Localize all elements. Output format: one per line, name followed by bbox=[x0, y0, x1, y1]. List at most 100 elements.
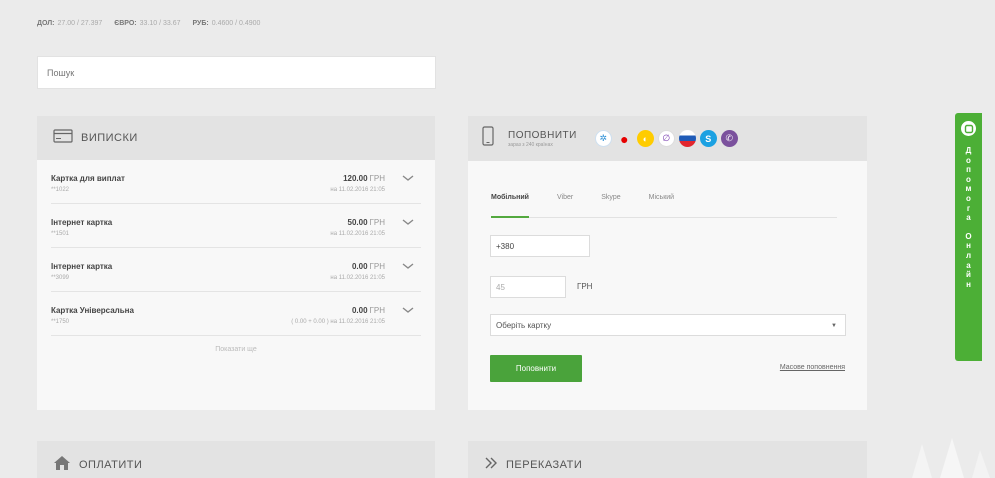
topup-title-block: ПОПОВНИТИ зараз з 240 країнах bbox=[508, 130, 577, 148]
card-name: Інтернет картка bbox=[51, 218, 113, 227]
pay-header[interactable]: ОПЛАТИТИ bbox=[37, 441, 435, 478]
card-balance: 0.00 ГРН bbox=[352, 306, 385, 315]
pay-title: ОПЛАТИТИ bbox=[79, 459, 143, 471]
statement-row[interactable]: Картка для виплат **1022 120.00 ГРН на 11… bbox=[51, 160, 421, 204]
usd-label: ДОЛ: bbox=[37, 20, 55, 27]
help-letter: п bbox=[966, 165, 971, 175]
decorative-trees bbox=[912, 438, 990, 478]
eur-value: 33.10 / 33.67 bbox=[139, 20, 181, 27]
rub-label: РУБ: bbox=[192, 20, 209, 27]
help-letter: н bbox=[966, 279, 971, 289]
card-balance: 50.00 ГРН bbox=[348, 218, 385, 227]
statements-header[interactable]: ВИПИСКИ bbox=[37, 116, 435, 160]
balance-date: на 11.02.2016 21:05 bbox=[330, 231, 385, 237]
mts-icon[interactable] bbox=[678, 130, 696, 147]
online-help-label: Д о п о м о г а О н л а й н bbox=[955, 146, 982, 289]
lifecell-icon[interactable]: ◐ bbox=[636, 130, 654, 147]
help-letter: м bbox=[965, 184, 972, 194]
chevron-down-icon[interactable] bbox=[401, 258, 415, 269]
card-balance: 0.00 ГРН bbox=[352, 262, 385, 271]
balance-amount: 0.00 bbox=[351, 306, 368, 315]
topup-button[interactable]: Поповнити bbox=[490, 355, 582, 382]
card-icon bbox=[53, 128, 73, 148]
rub-value: 0.4600 / 0.4900 bbox=[211, 20, 261, 27]
chevron-down-icon[interactable] bbox=[401, 214, 415, 225]
balance-amount: 50.00 bbox=[347, 218, 368, 227]
help-letter: Д bbox=[965, 146, 972, 155]
online-help-tab[interactable]: Д о п о м о г а О н л а й н bbox=[955, 113, 982, 361]
tab-landline[interactable]: Міський bbox=[649, 188, 674, 217]
mass-topup-link[interactable]: Масове поповнення bbox=[780, 364, 845, 371]
tab-mobile[interactable]: Мобільний bbox=[491, 188, 529, 218]
pay-panel: ОПЛАТИТИ bbox=[37, 441, 435, 478]
balance-date: на 11.02.2016 21:05 bbox=[330, 187, 385, 193]
transfer-panel: ПЕРЕКАЗАТИ bbox=[468, 441, 867, 478]
statements-title: ВИПИСКИ bbox=[81, 132, 138, 144]
help-letter: л bbox=[965, 250, 972, 260]
kyivstar-icon[interactable]: ✲ bbox=[594, 130, 612, 147]
home-icon bbox=[53, 455, 71, 476]
vodafone-icon[interactable]: ● bbox=[616, 130, 633, 147]
search-box bbox=[37, 56, 436, 89]
card-select[interactable]: Оберіть картку ▼ bbox=[490, 314, 846, 336]
statements-panel: ВИПИСКИ Картка для виплат **1022 120.00 Г… bbox=[37, 116, 435, 410]
help-letter: г bbox=[966, 203, 971, 213]
help-letter: О bbox=[965, 231, 972, 241]
chevron-down-icon[interactable] bbox=[401, 302, 415, 313]
tab-skype[interactable]: Skype bbox=[601, 188, 620, 217]
card-number: **1501 bbox=[51, 231, 70, 237]
topup-tabs: Мобільний Viber Skype Міський bbox=[491, 188, 837, 218]
balance-date: ( 0.00 + 0.00 ) на 11.02.2016 21:05 bbox=[291, 319, 385, 325]
card-number: **1022 bbox=[51, 187, 70, 193]
usd-value: 27.00 / 27.397 bbox=[57, 20, 103, 27]
intertelecom-icon[interactable]: ∅ bbox=[657, 130, 675, 147]
tab-viber[interactable]: Viber bbox=[557, 188, 573, 217]
statement-row[interactable]: Інтернет картка **1501 50.00 ГРН на 11.02… bbox=[51, 204, 421, 248]
card-number: **1750 bbox=[51, 319, 70, 325]
topup-header: ПОПОВНИТИ зараз з 240 країнах ✲ ● ◐ ∅ S … bbox=[468, 116, 867, 161]
help-letter bbox=[955, 223, 982, 232]
eur-label: ЄВРО: bbox=[114, 20, 137, 27]
card-number: **3099 bbox=[51, 275, 70, 281]
card-name: Картка Універсальна bbox=[51, 306, 134, 315]
help-letter: о bbox=[966, 193, 971, 203]
card-name: Картка для виплат bbox=[51, 174, 125, 183]
topup-panel: ПОПОВНИТИ зараз з 240 країнах ✲ ● ◐ ∅ S … bbox=[468, 116, 867, 410]
balance-currency: ГРН bbox=[369, 174, 385, 183]
balance-amount: 0.00 bbox=[351, 262, 368, 271]
card-balance: 120.00 ГРН bbox=[343, 174, 385, 183]
operator-logos: ✲ ● ◐ ∅ S ✆ bbox=[594, 130, 738, 147]
statement-row[interactable]: Інтернет картка **3099 0.00 ГРН на 11.02.… bbox=[51, 248, 421, 292]
help-letter: а bbox=[966, 260, 971, 270]
phone-field[interactable]: +380 bbox=[490, 235, 590, 257]
dropdown-arrow-icon: ▼ bbox=[831, 323, 837, 329]
statements-list: Картка для виплат **1022 120.00 ГРН на 11… bbox=[37, 160, 435, 353]
topup-subtitle: зараз з 240 країнах bbox=[508, 141, 553, 148]
help-letter: о bbox=[966, 155, 971, 165]
chevron-down-icon[interactable] bbox=[401, 170, 415, 181]
help-letter: й bbox=[966, 270, 971, 280]
balance-date: на 11.02.2016 21:05 bbox=[330, 275, 385, 281]
skype-icon[interactable]: S bbox=[699, 130, 717, 147]
help-letter: о bbox=[966, 174, 971, 184]
double-chevron-icon bbox=[484, 456, 498, 474]
search-input[interactable] bbox=[38, 57, 435, 88]
help-letter: а bbox=[966, 213, 971, 223]
chat-icon bbox=[961, 121, 976, 136]
amount-currency: ГРН bbox=[577, 282, 593, 291]
balance-currency: ГРН bbox=[369, 262, 385, 271]
transfer-header[interactable]: ПЕРЕКАЗАТИ bbox=[468, 441, 867, 478]
phone-icon bbox=[482, 126, 494, 151]
viber-icon[interactable]: ✆ bbox=[720, 130, 738, 147]
exchange-rates: ДОЛ: 27.00 / 27.397 ЄВРО: 33.10 / 33.67 РУ… bbox=[37, 20, 270, 27]
balance-amount: 120.00 bbox=[343, 174, 368, 183]
card-name: Інтернет картка bbox=[51, 262, 113, 271]
statement-row[interactable]: Картка Універсальна **1750 0.00 ГРН ( 0.0… bbox=[51, 292, 421, 336]
balance-currency: ГРН bbox=[369, 218, 385, 227]
topup-title: ПОПОВНИТИ bbox=[508, 129, 577, 141]
amount-field[interactable]: 45 bbox=[490, 276, 566, 298]
card-select-value: Оберіть картку bbox=[496, 320, 552, 330]
balance-currency: ГРН bbox=[369, 306, 385, 315]
show-more-link[interactable]: Показати ще bbox=[51, 336, 421, 353]
help-letter: н bbox=[966, 241, 971, 251]
